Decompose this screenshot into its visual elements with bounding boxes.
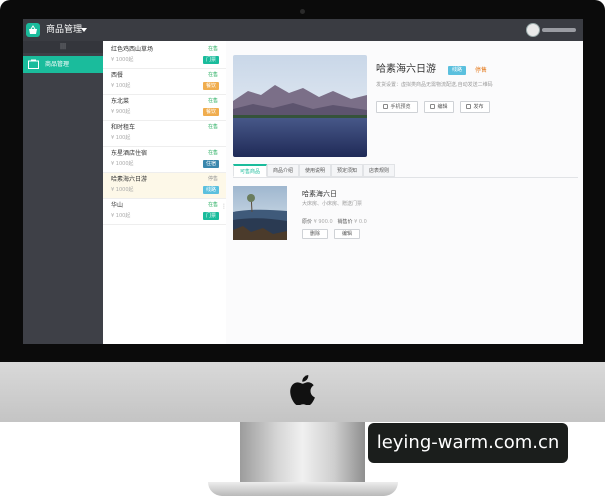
top-bar: 商品管理 <box>23 19 583 41</box>
original-price-label: 原价 <box>302 219 313 225</box>
edit-button[interactable]: 编辑 <box>424 101 454 113</box>
screen: 商品管理 ||| 商品管理 红色鸡西山草场 ¥ 1000起 在售 门票 西餐 ¥ 100起… <box>23 19 583 344</box>
tab-store-rules[interactable]: 店表规则 <box>363 164 395 177</box>
publish-button[interactable]: 发布 <box>460 101 490 113</box>
sidebar-item-product-management[interactable]: 商品管理 <box>23 56 103 73</box>
product-title: 哈素海六日游 <box>376 64 436 75</box>
product-name: 东北菜 <box>111 98 130 105</box>
list-item[interactable]: 和时租车 ¥ 100起 在售 <box>103 121 226 147</box>
app-title[interactable]: 商品管理 <box>46 23 82 37</box>
product-name: 东星酒店住宿 <box>111 150 148 157</box>
product-name: 华山 <box>111 202 124 209</box>
product-price: ¥ 1000起 <box>111 57 134 63</box>
product-hero-image <box>233 55 367 157</box>
product-price: ¥ 100起 <box>111 213 131 219</box>
product-type-badge: 门票 <box>202 56 219 64</box>
button-label: 发布 <box>473 104 484 110</box>
tab-booking-notes[interactable]: 预定须知 <box>331 164 363 177</box>
watermark: leying-warm.com.cn <box>368 423 568 463</box>
list-item[interactable]: 华山 ¥ 100起 在售门票 <box>103 199 226 225</box>
product-icon <box>28 59 39 69</box>
product-name: 和时租车 <box>111 124 136 131</box>
tab-sellable-items[interactable]: 可售商品 <box>233 164 267 177</box>
product-list: 红色鸡西山草场 ¥ 1000起 在售 门票 西餐 ¥ 100起 在售 餐饮 东北菜 ¥ 900起在… <box>103 41 227 344</box>
product-price: ¥ 1000起 <box>111 161 134 167</box>
sidebar: ||| 商品管理 <box>23 41 103 344</box>
sale-price-label: 销售价 <box>337 219 353 225</box>
basket-icon[interactable] <box>26 23 40 37</box>
product-type-badge: 餐饮 <box>202 108 219 116</box>
product-type-badge: 线路 <box>448 66 467 75</box>
product-type-badge: 线路 <box>202 186 219 194</box>
product-detail: 哈素海六日游 线路 停售 发货设置：虚拟类商品无需物流配送,自动发送二维码 手机… <box>226 41 583 344</box>
list-item[interactable]: 东北菜 ¥ 900起 在售餐饮 <box>103 95 226 121</box>
stand-neck <box>240 422 365 484</box>
status-badge: 在售 <box>207 46 218 52</box>
button-label: 删除 <box>309 231 320 237</box>
status-badge: 在售 <box>207 202 218 208</box>
delivery-description: 发货设置：虚拟类商品无需物流配送,自动发送二维码 <box>376 82 493 88</box>
status-badge: 停售 <box>475 67 488 74</box>
stand-foot <box>208 482 398 496</box>
product-price: ¥ 900起 <box>111 109 131 115</box>
product-type-badge: 门票 <box>202 212 219 220</box>
delete-button[interactable]: 删除 <box>302 229 328 239</box>
status-badge: 停售 <box>207 176 218 182</box>
sub-product-prices: 原价 ¥ 900.0 销售价 ¥ 0.0 <box>302 219 367 226</box>
sub-product-image <box>233 186 287 240</box>
sub-product-name: 哈素海六日 <box>302 190 337 198</box>
publish-icon <box>466 104 472 109</box>
camera-dot <box>300 9 305 14</box>
sale-price: ¥ 0.0 <box>354 219 367 225</box>
list-item[interactable]: 西餐 ¥ 100起 在售餐饮 <box>103 69 226 95</box>
button-label: 编辑 <box>437 104 448 110</box>
avatar[interactable] <box>526 23 540 37</box>
product-type-badge: 餐饮 <box>202 82 219 90</box>
status-badge: 在售 <box>207 124 218 130</box>
sidebar-item-label: 商品管理 <box>45 61 70 68</box>
status-badge: 在售 <box>207 150 218 156</box>
sub-edit-button[interactable]: 编辑 <box>334 229 360 239</box>
sidebar-toggle[interactable]: ||| <box>23 41 103 53</box>
user-name-placeholder[interactable] <box>542 28 576 32</box>
product-price: ¥ 1000起 <box>111 187 134 193</box>
product-name: 哈素海六日游 <box>111 176 148 183</box>
product-name: 红色鸡西山草场 <box>111 46 154 53</box>
list-item[interactable]: 东星酒店住宿 ¥ 1000起 在售住宿 <box>103 147 226 173</box>
product-name: 西餐 <box>111 72 124 79</box>
apple-logo-icon <box>290 375 315 405</box>
chevron-down-icon[interactable] <box>81 28 87 32</box>
button-label: 手机预览 <box>390 104 411 110</box>
status-badge: 在售 <box>207 98 218 104</box>
edit-icon <box>430 104 436 109</box>
product-type-badge: 住宿 <box>202 160 219 168</box>
product-price: ¥ 100起 <box>111 83 131 89</box>
mobile-preview-button[interactable]: 手机预览 <box>376 101 418 113</box>
product-price: ¥ 100起 <box>111 135 131 141</box>
tab-usage-notes[interactable]: 使用说明 <box>299 164 331 177</box>
detail-tabs: 可售商品 商品介绍 使用说明 预定须知 店表规则 <box>233 164 578 178</box>
phone-icon <box>383 104 389 109</box>
status-badge: 在售 <box>207 72 218 78</box>
button-label: 编辑 <box>341 231 352 237</box>
list-item[interactable]: 红色鸡西山草场 ¥ 1000起 在售门票 <box>103 43 226 69</box>
sub-product-description: 大床房、小床房、赠送门票 <box>302 201 363 207</box>
tab-product-intro[interactable]: 商品介绍 <box>267 164 299 177</box>
list-item[interactable]: 哈素海六日游 ¥ 1000起 停售线路 <box>103 173 226 199</box>
original-price: ¥ 900.0 <box>313 219 333 225</box>
